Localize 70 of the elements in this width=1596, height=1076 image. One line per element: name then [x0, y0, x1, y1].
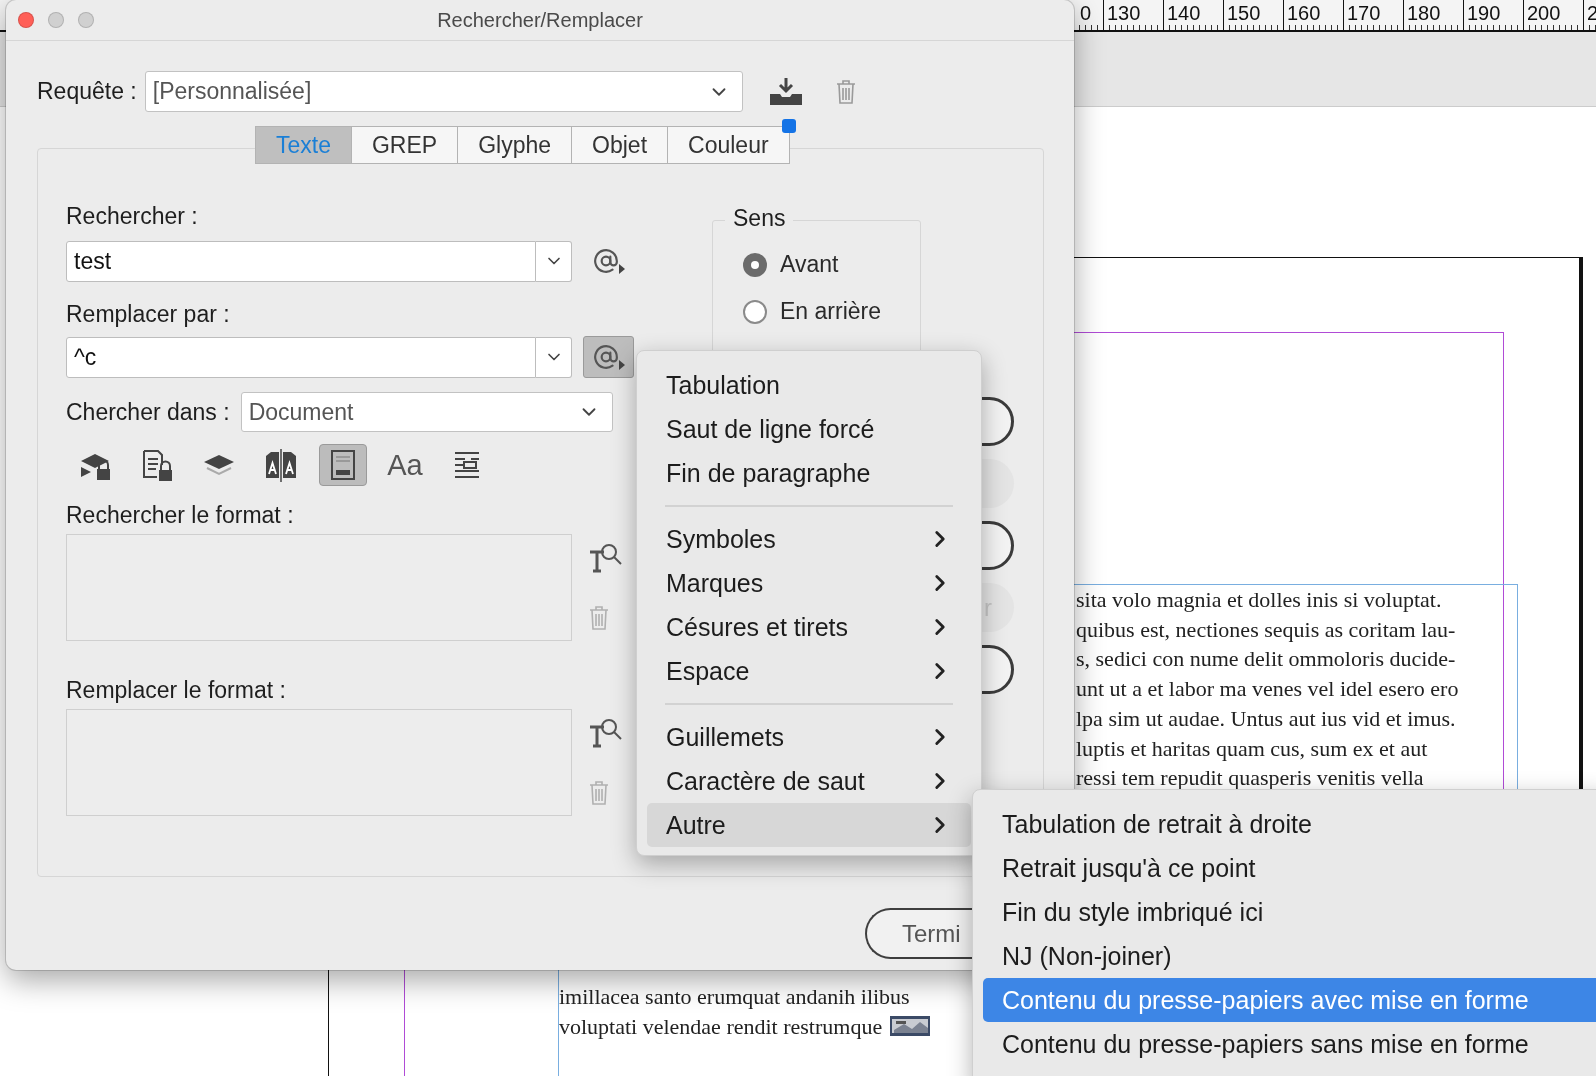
search-scope-dropdown[interactable]: Document: [240, 392, 613, 432]
ruler-label: 150: [1227, 2, 1261, 25]
menu-item[interactable]: Espace: [647, 649, 971, 693]
ruler-label: 180: [1407, 2, 1441, 25]
radio-option[interactable]: En arrière: [743, 298, 920, 325]
text-line: sita volo magnia et dolles inis si voluptat.: [1076, 586, 1442, 614]
case-sensitive-toggle[interactable]: Aa: [381, 444, 429, 486]
ruler-label: 200: [1527, 2, 1561, 25]
tab[interactable]: GREP: [351, 126, 459, 164]
ruler-label: 170: [1347, 2, 1381, 25]
menu-item[interactable]: Caractère de saut: [647, 759, 971, 803]
menu-item[interactable]: Tabulation de retrait à droite: [983, 802, 1596, 846]
ruler-label: 0: [1080, 2, 1092, 25]
save-query-button[interactable]: [768, 77, 803, 106]
ruler-label: 130: [1107, 2, 1141, 25]
radio-button[interactable]: [743, 299, 767, 324]
field-label: Rechercher le format :: [66, 502, 295, 529]
type-search-icon: [588, 717, 622, 749]
download-icon: [768, 77, 803, 106]
text-line: imillacea santo erumquat andanih ilibus: [559, 982, 910, 1011]
field-label: Requête :: [37, 78, 137, 105]
special-characters-button[interactable]: [583, 336, 634, 378]
menu-item[interactable]: Guillemets: [647, 715, 971, 759]
field-label: Remplacer le format :: [66, 677, 287, 704]
trash-icon: [834, 78, 857, 105]
menu-item[interactable]: Fin du style imbriqué ici: [983, 890, 1596, 934]
specify-format-button[interactable]: [588, 542, 622, 574]
text-line: ressi tem repudit quasperis venitis vella: [1076, 764, 1424, 793]
find-field[interactable]: test: [66, 240, 536, 282]
radio-button[interactable]: [743, 252, 767, 277]
at-sign-icon: [592, 248, 625, 274]
query-dropdown[interactable]: [Personnalisée]: [144, 71, 743, 112]
ruler-label: 160: [1287, 2, 1321, 25]
type-search-icon: [588, 542, 622, 574]
close-button[interactable]: [18, 12, 34, 28]
replace-field[interactable]: ^c: [66, 336, 536, 378]
menu-item[interactable]: Contenu du presse-papiers avec mise en forme: [983, 978, 1596, 1022]
text-line: quibus est, nectiones sequis as coritam lau-: [1076, 615, 1456, 644]
window-title: Rechercher/Remplacer: [437, 8, 643, 32]
field-label: Chercher dans :: [66, 398, 230, 426]
menu-item[interactable]: Saut de ligne forcé: [647, 407, 971, 451]
menu-item[interactable]: NJ (Non-joiner): [983, 934, 1596, 978]
tab[interactable]: Glyphe: [457, 126, 573, 164]
menu-item[interactable]: Autre: [647, 803, 971, 847]
ruler-label: 140: [1167, 2, 1201, 25]
specify-format-button[interactable]: [588, 717, 622, 749]
ruler-label: 190: [1467, 2, 1501, 25]
menu-item[interactable]: Retrait jusqu'à ce point: [983, 846, 1596, 890]
tab[interactable]: Couleur: [667, 126, 790, 164]
text-line: voluptati velendae rendit restrumque: [559, 1012, 883, 1041]
text-line: luptis et haritas quam cus, sum ex et aut: [1076, 734, 1428, 763]
field-label: Remplacer par :: [66, 301, 231, 328]
done-button[interactable]: Termi: [865, 908, 973, 959]
option-toggle[interactable]: [319, 444, 367, 486]
menu-item[interactable]: Tabulation: [647, 363, 971, 407]
menu-item[interactable]: Symboles: [647, 517, 971, 561]
mirrored-pages-icon: [263, 447, 299, 483]
menu-item[interactable]: Contenu du presse-papiers sans mise en forme: [983, 1022, 1596, 1066]
radio-option[interactable]: Avant: [743, 251, 920, 278]
text-line: s, sedici con nume delit ommoloris ducide-: [1076, 645, 1456, 674]
menu-item[interactable]: Césures et tirets: [647, 605, 971, 649]
trash-icon: [588, 605, 610, 631]
tab[interactable]: Objet: [571, 126, 669, 164]
menu-item[interactable]: Fin de paragraphe: [647, 451, 971, 495]
trash-icon: [588, 780, 610, 806]
text-line: unt ut a et labor ma venes vel idel esero ero: [1076, 675, 1459, 704]
at-sign-icon: [592, 344, 625, 370]
field-label: Rechercher :: [66, 203, 199, 230]
text-line: lpa sim ut audae. Untus aut ius vid et imus.: [1076, 704, 1456, 733]
menu-item[interactable]: Marques: [647, 561, 971, 605]
